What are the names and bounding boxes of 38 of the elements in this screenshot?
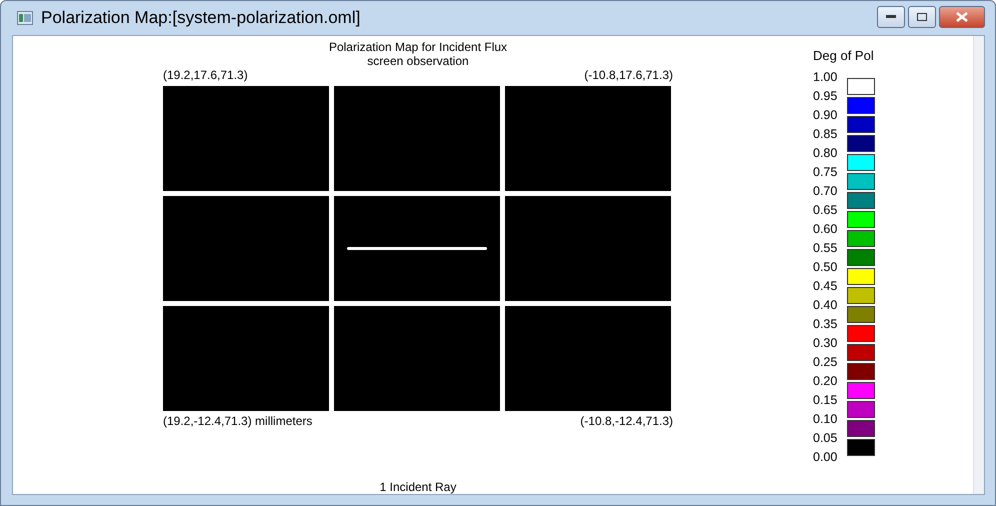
legend-tick: 0.65 xyxy=(813,202,838,219)
legend-tick: 0.25 xyxy=(813,354,838,371)
legend-tick: 0.10 xyxy=(813,411,838,428)
legend-tick: 0.75 xyxy=(813,164,838,181)
app-icon xyxy=(17,11,33,25)
window-title: Polarization Map:[system-polarization.oml] xyxy=(41,8,360,28)
legend-tick: 0.15 xyxy=(813,392,838,409)
minimize-icon xyxy=(886,15,896,19)
legend-tick: 0.45 xyxy=(813,278,838,295)
corner-label: (-10.8,17.6,71.3) xyxy=(584,68,673,82)
legend-tick: 0.05 xyxy=(813,430,838,447)
legend-tick: 0.50 xyxy=(813,259,838,276)
legend-tick: 0.20 xyxy=(813,373,838,390)
plot-subtitle: screen observation xyxy=(367,54,469,68)
minimize-button[interactable] xyxy=(877,6,905,28)
legend-tick: 0.60 xyxy=(813,221,838,238)
maximize-button[interactable] xyxy=(908,6,936,28)
legend-tick: 0.55 xyxy=(813,240,838,257)
legend-tick: 1.00 xyxy=(813,69,838,86)
corner-label: (-10.8,-12.4,71.3) xyxy=(580,414,673,428)
legend-tick: 0.90 xyxy=(813,107,838,124)
legend-tick: 0.40 xyxy=(813,297,838,314)
legend-tick: 0.00 xyxy=(813,449,838,466)
corner-label: (19.2,17.6,71.3) xyxy=(163,68,248,82)
legend-tick: 0.70 xyxy=(813,183,838,200)
legend-tick: 0.95 xyxy=(813,88,838,105)
plot-title: Polarization Map for Incident Flux xyxy=(328,40,508,54)
close-button[interactable] xyxy=(939,6,985,28)
legend-tick: 0.35 xyxy=(813,316,838,333)
maximize-icon xyxy=(917,13,927,21)
close-icon xyxy=(956,12,968,22)
legend-tick: 0.85 xyxy=(813,126,838,143)
legend-tick: 0.30 xyxy=(813,335,838,352)
legend-tick: 0.80 xyxy=(813,145,838,162)
legend-title: Deg of Pol xyxy=(813,48,875,63)
ray-count: 1 Incident Ray xyxy=(380,480,456,494)
corner-label: (19.2,-12.4,71.3) millimeters xyxy=(163,414,312,428)
scroll-track[interactable] xyxy=(973,36,984,494)
